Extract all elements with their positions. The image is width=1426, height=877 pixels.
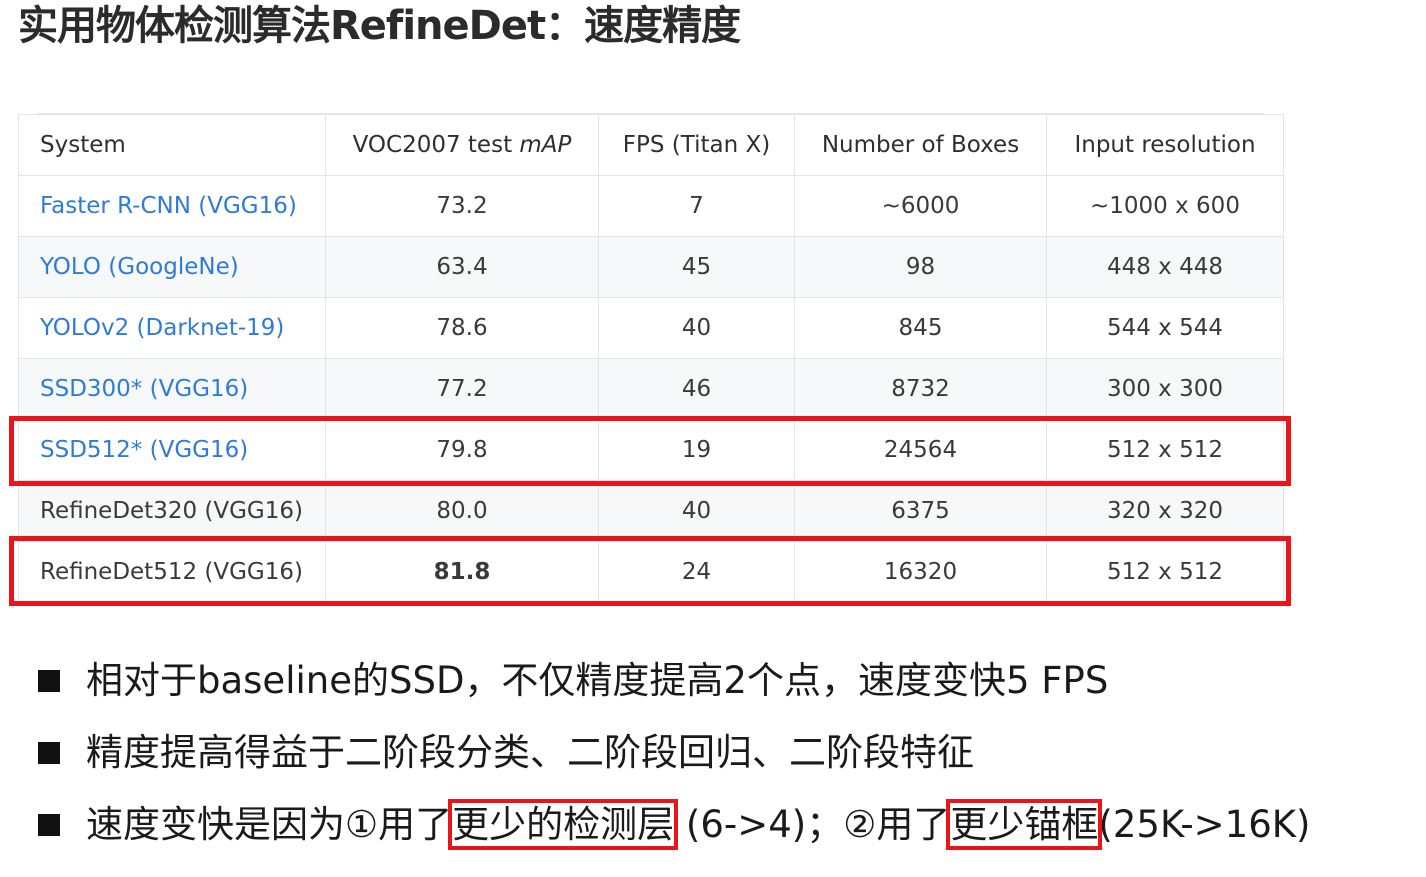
system-cell: RefineDet512 (VGG16) xyxy=(18,541,326,603)
highlighted-phrase-fewer-anchors: 更少锚框 xyxy=(946,799,1103,850)
fps-cell: 40 xyxy=(598,480,795,542)
resolution-cell: 300 x 300 xyxy=(1046,358,1284,420)
system-cell: RefineDet320 (VGG16) xyxy=(18,480,326,542)
table-row: YOLOv2 (Darknet-19) 78.6 40 845 544 x 54… xyxy=(18,297,1284,359)
bullet-text-part: (6->4)；②用了 xyxy=(674,803,951,846)
table-row: RefineDet512 (VGG16) 81.8 24 16320 512 x… xyxy=(18,541,1284,603)
table-row: SSD300* (VGG16) 77.2 46 8732 300 x 300 xyxy=(18,358,1284,420)
bullet-text-part: (25K->16K) xyxy=(1098,803,1311,846)
table-row: RefineDet320 (VGG16) 80.0 40 6375 320 x … xyxy=(18,480,1284,542)
square-bullet-icon xyxy=(38,670,60,692)
header-fps: FPS (Titan X) xyxy=(598,114,795,176)
resolution-cell: ~1000 x 600 xyxy=(1046,175,1284,237)
boxes-cell: 845 xyxy=(794,297,1047,359)
resolution-cell: 512 x 512 xyxy=(1046,419,1284,481)
square-bullet-icon xyxy=(38,814,60,836)
table-row: Faster R-CNN (VGG16) 73.2 7 ~6000 ~1000 … xyxy=(18,175,1284,237)
map-cell: 79.8 xyxy=(325,419,599,481)
fps-cell: 46 xyxy=(598,358,795,420)
bullet-text: 相对于baseline的SSD，不仅精度提高2个点，速度变快5 FPS xyxy=(86,659,1109,702)
resolution-cell: 320 x 320 xyxy=(1046,480,1284,542)
table-row: SSD512* (VGG16) 79.8 19 24564 512 x 512 xyxy=(18,419,1284,481)
boxes-cell: 6375 xyxy=(794,480,1047,542)
map-cell: 73.2 xyxy=(325,175,599,237)
resolution-cell: 512 x 512 xyxy=(1046,541,1284,603)
bullet-text-part: 速度变快是因为①用了 xyxy=(86,803,453,846)
system-link[interactable]: SSD512* (VGG16) xyxy=(18,419,326,481)
header-system: System xyxy=(18,114,326,176)
map-cell: 80.0 xyxy=(325,480,599,542)
resolution-cell: 448 x 448 xyxy=(1046,236,1284,298)
table-header-row: System VOC2007 test mAP FPS (Titan X) Nu… xyxy=(18,114,1284,176)
map-cell-best: 81.8 xyxy=(325,541,599,603)
boxes-cell: 8732 xyxy=(794,358,1047,420)
fps-cell: 24 xyxy=(598,541,795,603)
map-cell: 63.4 xyxy=(325,236,599,298)
boxes-cell: 98 xyxy=(794,236,1047,298)
comparison-table: System VOC2007 test mAP FPS (Titan X) Nu… xyxy=(18,114,1284,603)
system-link[interactable]: SSD300* (VGG16) xyxy=(18,358,326,420)
map-cell: 77.2 xyxy=(325,358,599,420)
page-title: 实用物体检测算法RefineDet：速度精度 xyxy=(18,3,741,49)
bullet-text: 速度变快是因为①用了更少的检测层 (6->4)；②用了更少锚框(25K->16K… xyxy=(86,794,1310,856)
boxes-cell: 16320 xyxy=(794,541,1047,603)
highlighted-phrase-fewer-layers: 更少的检测层 xyxy=(448,799,679,850)
fps-cell: 7 xyxy=(598,175,795,237)
header-resolution: Input resolution xyxy=(1046,114,1284,176)
fps-cell: 19 xyxy=(598,419,795,481)
map-cell: 78.6 xyxy=(325,297,599,359)
square-bullet-icon xyxy=(38,742,60,764)
table-row: YOLO (GoogleNe) 63.4 45 98 448 x 448 xyxy=(18,236,1284,298)
bullet-text: 精度提高得益于二阶段分类、二阶段回归、二阶段特征 xyxy=(86,731,974,774)
fps-cell: 40 xyxy=(598,297,795,359)
header-map: VOC2007 test mAP xyxy=(325,114,599,176)
system-link[interactable]: YOLOv2 (Darknet-19) xyxy=(18,297,326,359)
resolution-cell: 544 x 544 xyxy=(1046,297,1284,359)
fps-cell: 45 xyxy=(598,236,795,298)
system-link[interactable]: Faster R-CNN (VGG16) xyxy=(18,175,326,237)
system-link[interactable]: YOLO (GoogleNe) xyxy=(18,236,326,298)
boxes-cell: ~6000 xyxy=(794,175,1047,237)
boxes-cell: 24564 xyxy=(794,419,1047,481)
header-boxes: Number of Boxes xyxy=(794,114,1047,176)
